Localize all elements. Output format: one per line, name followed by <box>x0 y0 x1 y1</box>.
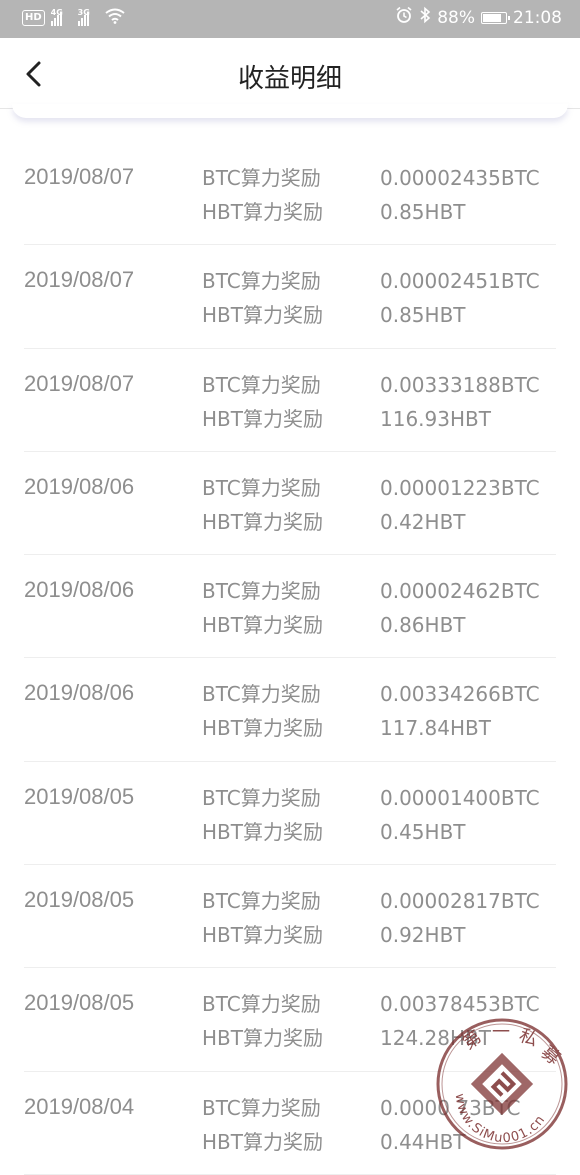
record-values: 0.00333188BTC116.93HBT <box>380 368 540 436</box>
btc-reward-label: BTC算力奖励 <box>202 1091 323 1125</box>
hbt-reward-label: HBT算力奖励 <box>202 195 323 229</box>
clock: 21:08 <box>513 8 562 28</box>
summary-card-edge <box>12 104 568 118</box>
record-labels: BTC算力奖励HBT算力奖励 <box>202 471 323 539</box>
list-item: 2019/08/06 BTC算力奖励HBT算力奖励 0.00002462BTC0.8… <box>24 555 556 658</box>
battery-percent: 88% <box>437 8 475 28</box>
record-labels: BTC算力奖励HBT算力奖励 <box>202 987 323 1055</box>
net-3g-label: 3G <box>78 8 90 17</box>
record-date: 2019/08/07 <box>24 267 134 293</box>
record-date: 2019/08/06 <box>24 577 134 603</box>
watermark-char-1: 第 <box>459 1027 486 1055</box>
status-bar: HD 4G 3G <box>0 0 580 38</box>
hbt-reward-label: HBT算力奖励 <box>202 608 323 642</box>
hbt-reward-value: 0.42HBT <box>380 505 540 539</box>
btc-reward-value: 0.00333188BTC <box>380 368 540 402</box>
hbt-reward-value: 0.85HBT <box>380 195 540 229</box>
list-item: 2019/08/07 BTC算力奖励HBT算力奖励 0.00002435BTC0.8… <box>24 142 556 245</box>
net-4g-label: 4G <box>51 8 63 17</box>
record-date: 2019/08/07 <box>24 164 134 190</box>
btc-reward-label: BTC算力奖励 <box>202 264 323 298</box>
bluetooth-icon <box>419 6 431 29</box>
btc-reward-value: 0.00001400BTC <box>380 781 540 815</box>
page-title: 收益明细 <box>0 58 580 95</box>
record-labels: BTC算力奖励HBT算力奖励 <box>202 574 323 642</box>
record-labels: BTC算力奖励HBT算力奖励 <box>202 368 323 436</box>
hbt-reward-label: HBT算力奖励 <box>202 505 323 539</box>
record-labels: BTC算力奖励HBT算力奖励 <box>202 264 323 332</box>
hbt-reward-label: HBT算力奖励 <box>202 298 323 332</box>
btc-reward-label: BTC算力奖励 <box>202 471 323 505</box>
btc-reward-label: BTC算力奖励 <box>202 677 323 711</box>
hbt-reward-label: HBT算力奖励 <box>202 1021 323 1055</box>
watermark-char-2: 一 <box>492 1022 510 1043</box>
record-labels: BTC算力奖励HBT算力奖励 <box>202 884 323 952</box>
record-values: 0.00001400BTC0.45HBT <box>380 781 540 849</box>
battery-icon <box>481 12 507 24</box>
btc-reward-value: 0.00002451BTC <box>380 264 540 298</box>
record-date: 2019/08/06 <box>24 474 134 500</box>
record-labels: BTC算力奖励HBT算力奖励 <box>202 781 323 849</box>
watermark-char-4: 募 <box>537 1042 564 1070</box>
hbt-reward-value: 0.92HBT <box>380 918 540 952</box>
hbt-reward-label: HBT算力奖励 <box>202 1125 323 1159</box>
wifi-icon <box>105 8 125 27</box>
hbt-reward-label: HBT算力奖励 <box>202 711 323 745</box>
watermark-char-3: 私 <box>516 1025 540 1051</box>
btc-reward-value: 0.00002435BTC <box>380 161 540 195</box>
alarm-icon <box>395 6 413 29</box>
hbt-reward-label: HBT算力奖励 <box>202 402 323 436</box>
record-labels: BTC算力奖励HBT算力奖励 <box>202 1091 323 1159</box>
record-values: 0.00002462BTC0.86HBT <box>380 574 540 642</box>
btc-reward-label: BTC算力奖励 <box>202 987 323 1021</box>
watermark-logo: 第 一 私 募 www.SiMu001.cn <box>434 1016 570 1152</box>
record-labels: BTC算力奖励HBT算力奖励 <box>202 677 323 745</box>
record-values: 0.00334266BTC117.84HBT <box>380 677 540 745</box>
record-date: 2019/08/04 <box>24 1094 134 1120</box>
record-date: 2019/08/05 <box>24 990 134 1016</box>
record-labels: BTC算力奖励HBT算力奖励 <box>202 161 323 229</box>
list-item: 2019/08/07 BTC算力奖励HBT算力奖励 0.00002451BTC0.8… <box>24 245 556 348</box>
list-item: 2019/08/06 BTC算力奖励HBT算力奖励 0.00334266BTC117… <box>24 658 556 761</box>
hbt-reward-value: 0.45HBT <box>380 815 540 849</box>
hbt-reward-value: 116.93HBT <box>380 402 540 436</box>
record-values: 0.00002451BTC0.85HBT <box>380 264 540 332</box>
btc-reward-value: 0.00001223BTC <box>380 471 540 505</box>
hbt-reward-value: 0.86HBT <box>380 608 540 642</box>
btc-reward-label: BTC算力奖励 <box>202 161 323 195</box>
btc-reward-value: 0.00334266BTC <box>380 677 540 711</box>
record-date: 2019/08/06 <box>24 680 134 706</box>
list-item: 2019/08/07 BTC算力奖励HBT算力奖励 0.00333188BTC116… <box>24 349 556 452</box>
btc-reward-label: BTC算力奖励 <box>202 574 323 608</box>
record-date: 2019/08/07 <box>24 371 134 397</box>
hd-badge: HD <box>22 10 45 26</box>
btc-reward-value: 0.00002817BTC <box>380 884 540 918</box>
signal-3g-icon: 3G <box>78 10 89 26</box>
hbt-reward-value: 117.84HBT <box>380 711 540 745</box>
hbt-reward-value: 0.85HBT <box>380 298 540 332</box>
btc-reward-value: 0.00002462BTC <box>380 574 540 608</box>
signal-4g-icon: 4G <box>51 10 62 26</box>
list-item: 2019/08/05 BTC算力奖励HBT算力奖励 0.00001400BTC0.4… <box>24 762 556 865</box>
record-values: 0.00002817BTC0.92HBT <box>380 884 540 952</box>
header: 收益明细 <box>0 38 580 109</box>
btc-reward-label: BTC算力奖励 <box>202 368 323 402</box>
record-values: 0.00001223BTC0.42HBT <box>380 471 540 539</box>
record-values: 0.00002435BTC0.85HBT <box>380 161 540 229</box>
status-left-icons: HD 4G 3G <box>22 8 125 27</box>
hbt-reward-label: HBT算力奖励 <box>202 815 323 849</box>
list-item: 2019/08/05 BTC算力奖励HBT算力奖励 0.00002817BTC0.9… <box>24 865 556 968</box>
btc-reward-label: BTC算力奖励 <box>202 884 323 918</box>
hbt-reward-label: HBT算力奖励 <box>202 918 323 952</box>
btc-reward-label: BTC算力奖励 <box>202 781 323 815</box>
record-date: 2019/08/05 <box>24 784 134 810</box>
status-right-icons: 88% 21:08 <box>395 6 562 29</box>
record-date: 2019/08/05 <box>24 887 134 913</box>
list-item: 2019/08/06 BTC算力奖励HBT算力奖励 0.00001223BTC0.4… <box>24 452 556 555</box>
